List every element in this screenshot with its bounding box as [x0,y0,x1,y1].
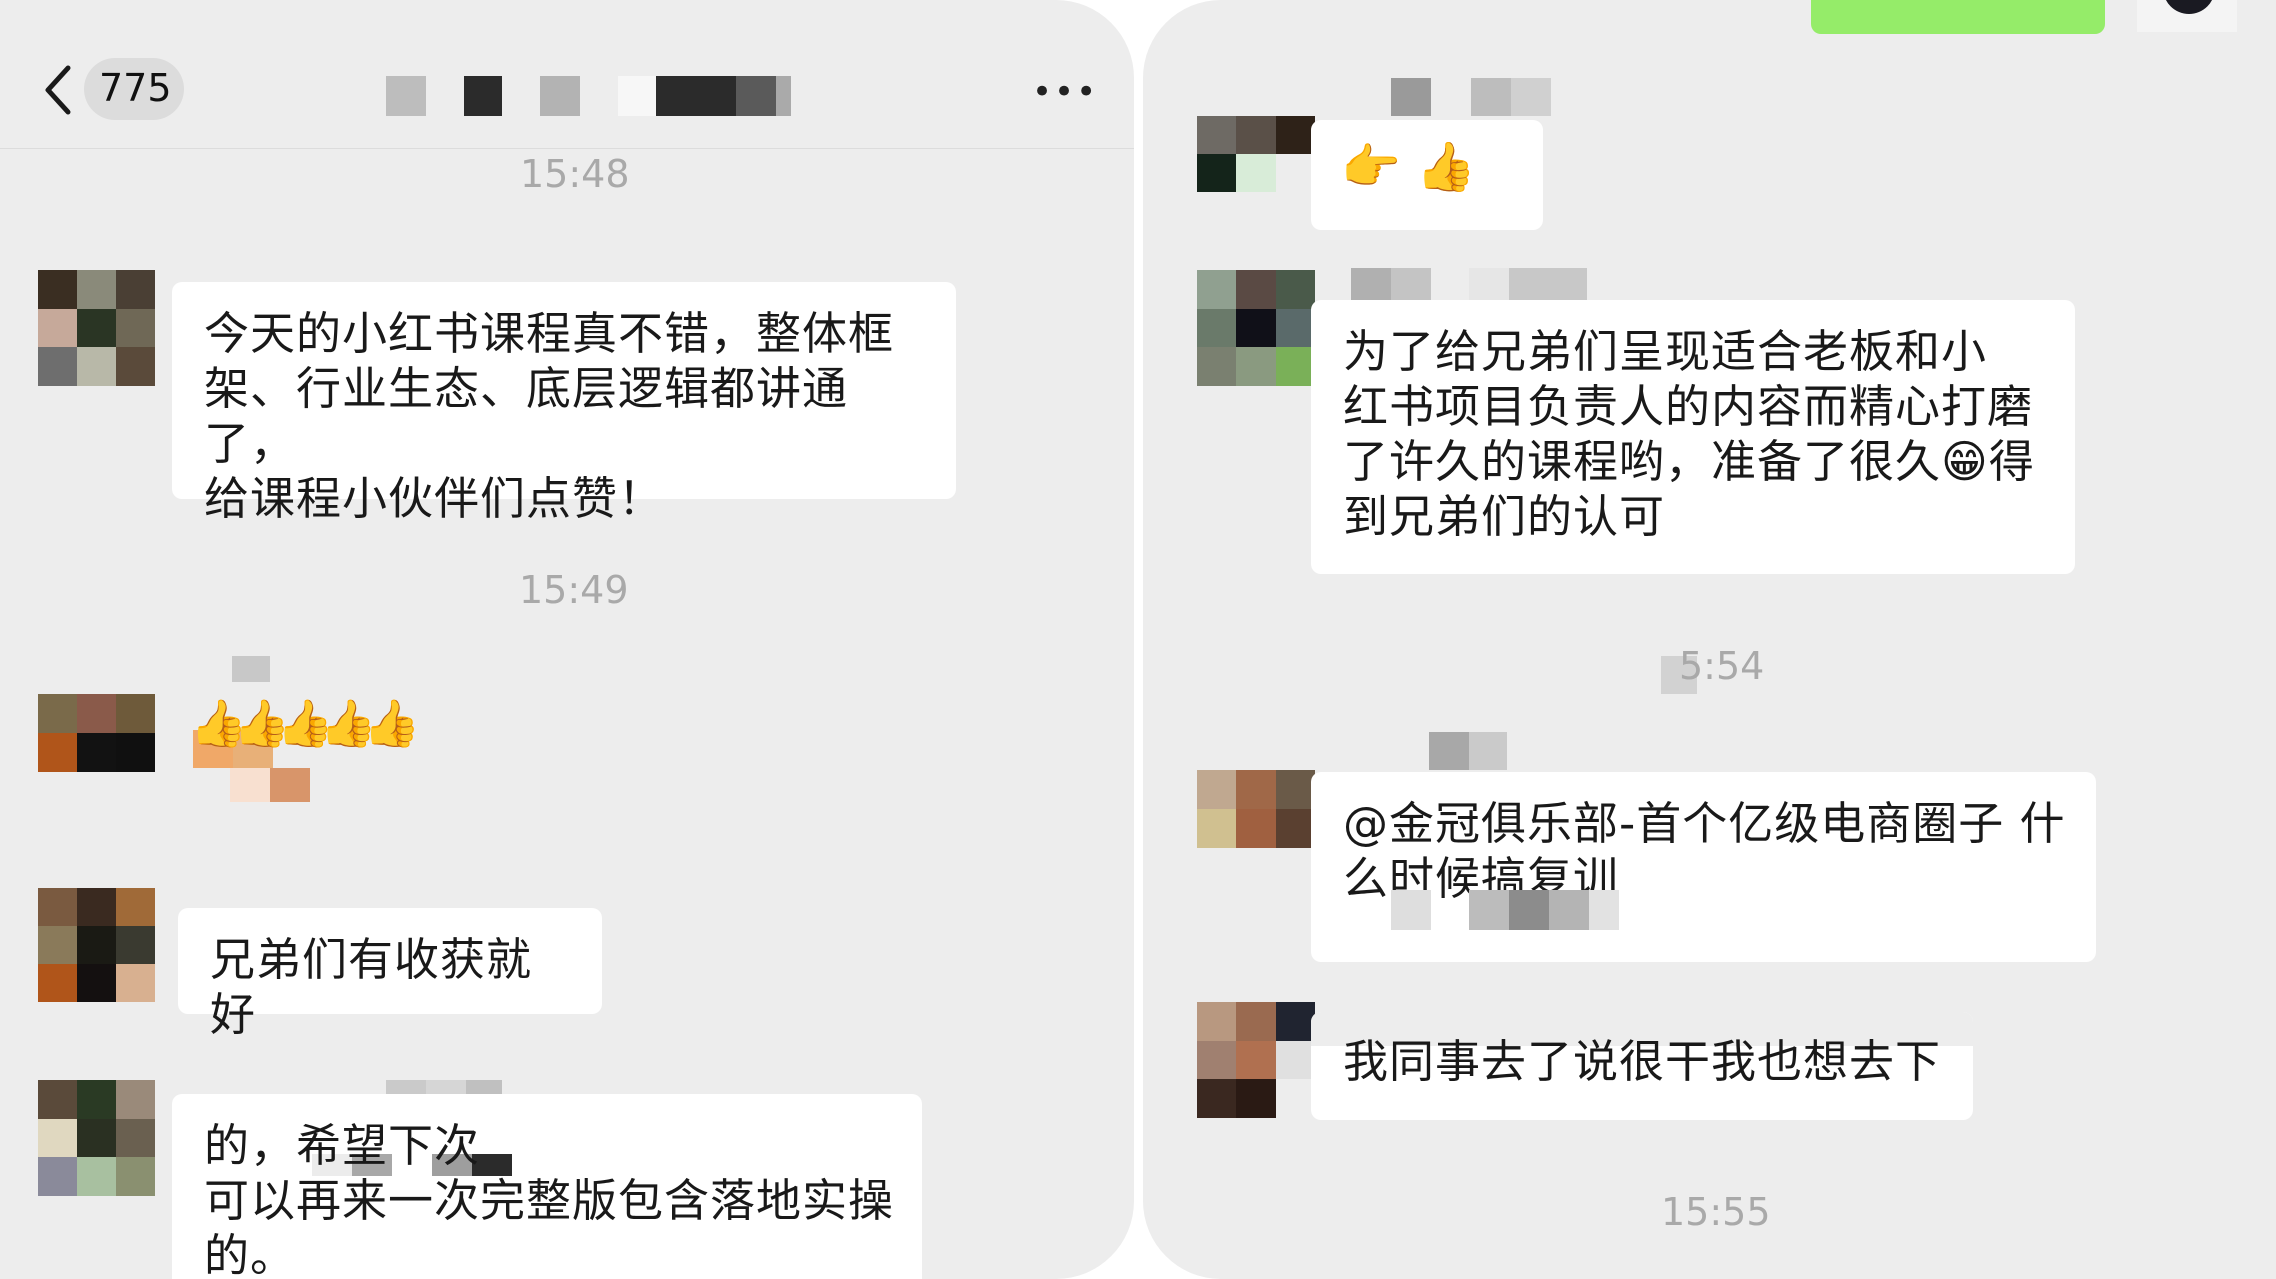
sent-message-bubble[interactable] [1811,0,2105,34]
own-avatar[interactable] [2137,0,2237,32]
avatar[interactable] [1197,770,1315,848]
avatar[interactable] [38,1080,155,1196]
sender-name-redacted [1429,732,1507,770]
mention-redacted [1391,890,1631,930]
right-chat-screenshot: 👉 👍 为了给兄弟们呈现适合老板和小 红书项目负责人的内容而精心打磨 了许久的课… [1143,0,2276,1279]
timestamp: 15:49 [519,568,629,612]
timestamp: 15:48 [520,152,630,196]
more-icon[interactable]: ••• [1032,72,1098,112]
back-chevron-icon[interactable] [40,64,74,116]
avatar[interactable] [1197,116,1315,192]
message-bubble[interactable]: 今天的小红书课程真不错，整体框 架、行业生态、底层逻辑都讲通了， 给课程小伙伴们… [172,282,956,525]
chat-title-redacted[interactable] [386,76,791,116]
avatar[interactable] [1197,1002,1315,1118]
avatar[interactable] [1197,270,1315,386]
avatar[interactable] [38,694,155,772]
left-chat-screenshot: 775 ••• 15:48 今天的小红书课程真不错，整体框 架、行业生态、底层逻… [0,0,1134,1279]
message-bubble[interactable]: 为了给兄弟们呈现适合老板和小 红书项目负责人的内容而精心打磨 了许久的课程哟，准… [1311,300,2075,574]
chat-header: 775 ••• [0,0,1134,149]
message-bubble[interactable]: 兄弟们有收获就好 [178,908,602,1041]
timestamp: 15:55 [1661,1190,1771,1234]
message-bubble[interactable]: @金冠俱乐部-首个亿级电商圈子 什 么时候搞复训 [1311,772,2096,962]
unread-count: 775 [99,66,172,110]
sender-name-redacted [232,656,270,682]
emoji-message[interactable]: 👍👍👍👍👍 [190,696,440,806]
message-bubble[interactable]: 的，希望下次 可以再来一次完整版包含落地实操 的。 [172,1094,922,1279]
message-bubble[interactable]: 我同事去了说很干我也想去下 [1311,1012,1973,1120]
avatar[interactable] [38,270,155,386]
emoji-message[interactable]: 👉 👍 [1311,120,1543,230]
timestamp: 5:54 [1679,644,1765,688]
avatar[interactable] [38,888,155,1002]
sender-name-redacted [1391,78,1551,116]
